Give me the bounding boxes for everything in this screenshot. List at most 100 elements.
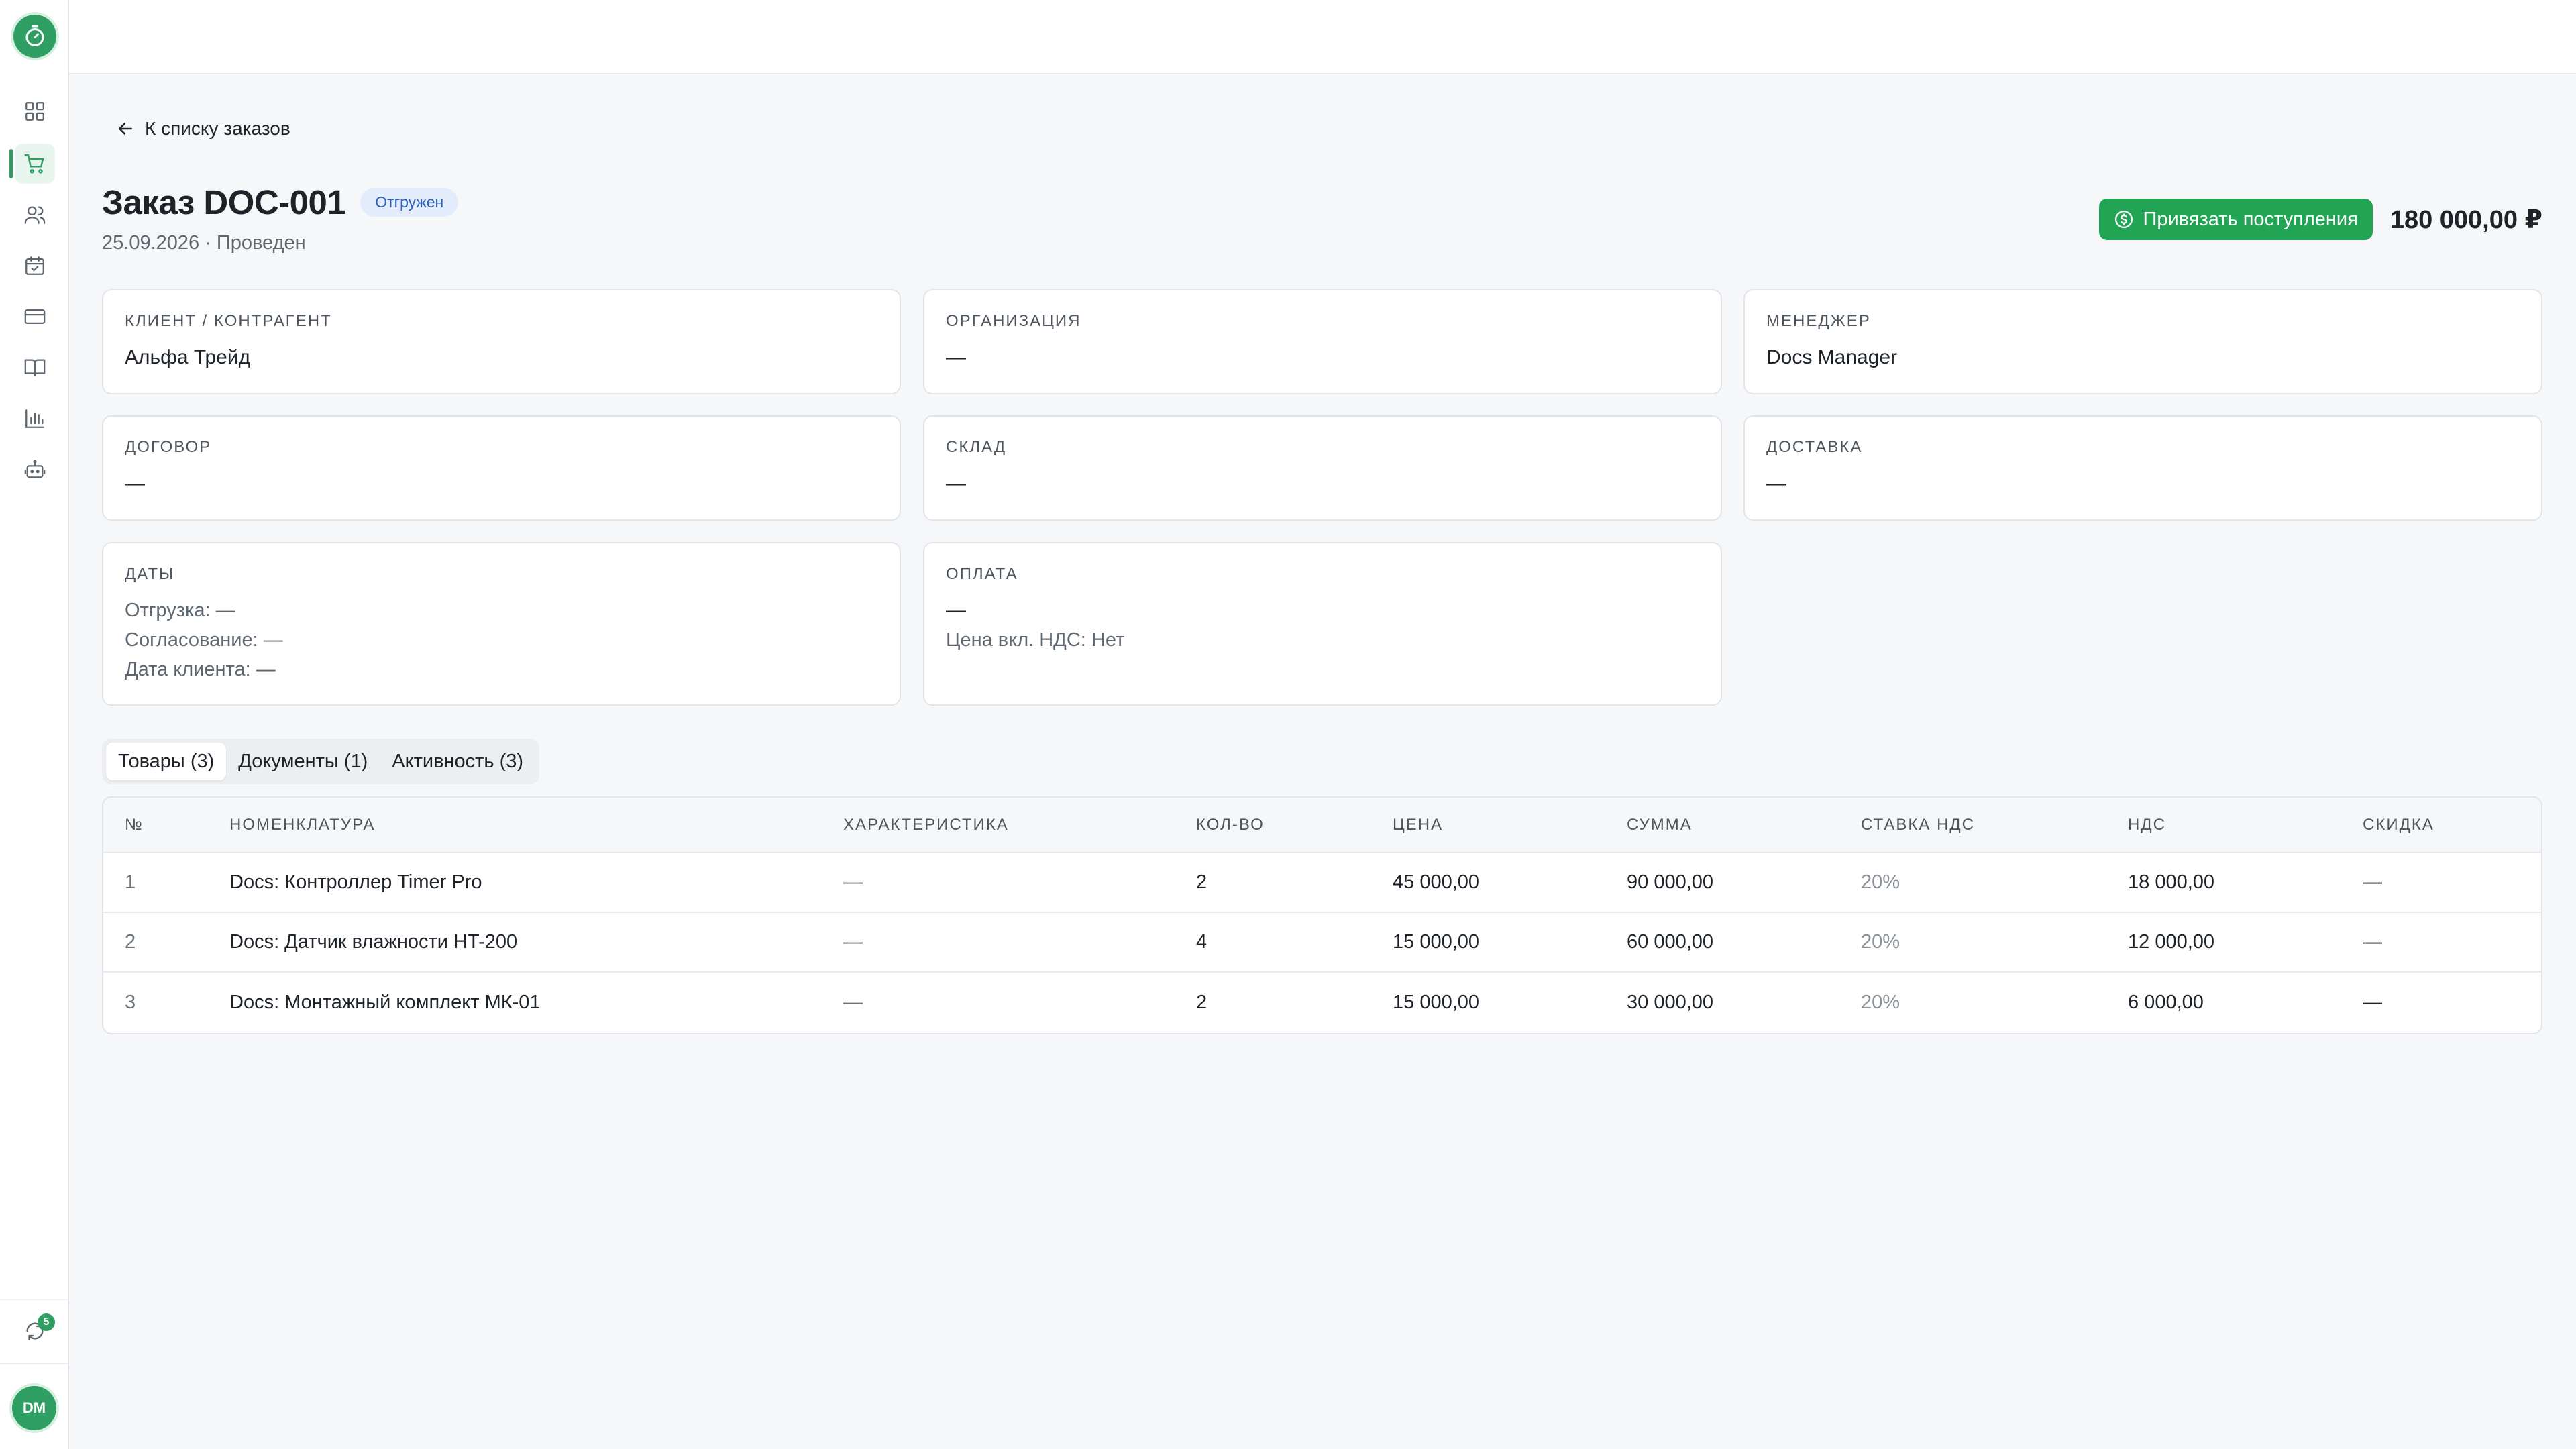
- column-header: СТАВКА НДС: [1861, 798, 2128, 853]
- tab-documents[interactable]: Документы (1): [226, 743, 380, 780]
- book-icon: [24, 359, 46, 376]
- card-payment: ОПЛАТА — Цена вкл. НДС: Нет: [923, 542, 1722, 706]
- card-delivery: ДОСТАВКА —: [1743, 415, 2542, 521]
- cell-qty: 4: [1196, 912, 1393, 972]
- table-row[interactable]: 1 Docs: Контроллер Timer Pro — 2 45 000,…: [103, 853, 2541, 912]
- order-total: 180 000,00 ₽: [2390, 205, 2542, 234]
- card-label: ДОГОВОР: [125, 438, 212, 456]
- arrow-left-icon: [119, 123, 132, 135]
- card-value: —: [946, 346, 966, 368]
- link-receipts-label: Привязать поступления: [2143, 208, 2358, 230]
- card-value: Docs Manager: [1766, 346, 1898, 368]
- sidebar-item-orders[interactable]: [15, 144, 55, 184]
- tab-activity[interactable]: Активность (3): [380, 743, 535, 780]
- card-label: ОРГАНИЗАЦИЯ: [946, 312, 1081, 330]
- card-label: СКЛАД: [946, 438, 1007, 456]
- table-row[interactable]: 3 Docs: Монтажный комплект МК-01 — 2 15 …: [103, 971, 2541, 1032]
- cell-sum: 60 000,00: [1627, 912, 1861, 972]
- table-header-row: № НОМЕНКЛАТУРА ХАРАКТЕРИСТИКА КОЛ-ВО ЦЕН…: [103, 798, 2541, 853]
- bar-chart-icon: [25, 409, 44, 428]
- cell-price: 45 000,00: [1393, 871, 1480, 893]
- cell-discount: —: [2363, 912, 2541, 972]
- card-value: —: [946, 599, 966, 621]
- sync-count-badge: 5: [38, 1313, 55, 1331]
- calendar-check-icon: [25, 256, 44, 275]
- cell-item: Docs: Контроллер Timer Pro: [229, 871, 482, 893]
- card-value: —: [946, 472, 966, 494]
- card-value: —: [125, 472, 145, 494]
- cell-discount: —: [2363, 971, 2541, 1032]
- cell-vat-rate: 20%: [1861, 871, 1900, 893]
- cell-qty: 2: [1196, 871, 1208, 893]
- cell-vat-rate: 20%: [1861, 971, 2128, 1032]
- card-value: Альфа Трейд: [125, 346, 251, 368]
- cell-item: Docs: Датчик влажности HT-200: [229, 912, 843, 972]
- sidebar-item-bot[interactable]: [15, 449, 55, 490]
- column-header: КОЛ-ВО: [1196, 798, 1393, 853]
- card-label: ОПЛАТА: [946, 565, 1018, 583]
- tab-products[interactable]: Товары (3): [106, 743, 227, 780]
- card-label: ДОСТАВКА: [1766, 438, 1863, 456]
- sidebar-divider: [0, 1363, 68, 1364]
- column-header: СКИДКА: [2363, 798, 2541, 853]
- card-label: МЕНЕДЖЕР: [1766, 312, 1871, 330]
- dollar-circle-icon: [2114, 211, 2133, 228]
- cart-icon: [24, 154, 44, 174]
- page-title: Заказ DOC-001: [102, 183, 346, 221]
- bot-icon: [24, 460, 46, 478]
- sidebar: 5 DM: [0, 0, 69, 1449]
- link-receipts-button[interactable]: Привязать поступления: [2098, 199, 2373, 240]
- date-shipment: Отгрузка: —: [125, 600, 235, 621]
- card-label: КЛИЕНТ / КОНТРАГЕНТ: [125, 312, 332, 330]
- topbar: [69, 0, 2576, 74]
- cell-characteristic: —: [843, 971, 1196, 1032]
- cell-item: Docs: Монтажный комплект МК-01: [229, 971, 843, 1032]
- card-icon: [24, 309, 46, 325]
- card-contract: ДОГОВОР —: [102, 415, 901, 521]
- cell-index: 1: [125, 871, 136, 893]
- title-row: Заказ DOC-001 Отгружен: [102, 182, 459, 222]
- products-table: № НОМЕНКЛАТУРА ХАРАКТЕРИСТИКА КОЛ-ВО ЦЕН…: [102, 796, 2542, 1034]
- card-value: —: [1766, 472, 1786, 494]
- timer-icon[interactable]: [13, 15, 56, 58]
- cell-vat: 18 000,00: [2128, 871, 2215, 893]
- sidebar-divider: [0, 1299, 68, 1300]
- card-dates: ДАТЫ Отгрузка: — Согласование: — Дата кл…: [102, 542, 901, 706]
- sidebar-item-dashboard[interactable]: [15, 91, 55, 131]
- back-to-orders-link[interactable]: К списку заказов: [115, 115, 290, 142]
- sidebar-item-payments[interactable]: [15, 297, 55, 337]
- order-subtitle: 25.09.2026 · Проведен: [102, 232, 306, 254]
- column-header: НДС: [2128, 798, 2363, 853]
- card-manager: МЕНЕДЖЕР Docs Manager: [1743, 289, 2542, 394]
- sidebar-item-catalog[interactable]: [15, 347, 55, 388]
- cell-sum: 90 000,00: [1627, 871, 1714, 893]
- header-actions: Привязать поступления 180 000,00 ₽: [2098, 199, 2542, 240]
- cell-qty: 2: [1196, 971, 1393, 1032]
- card-organization: ОРГАНИЗАЦИЯ —: [923, 289, 1722, 394]
- cell-price: 15 000,00: [1393, 912, 1627, 972]
- cell-index: 2: [103, 912, 229, 972]
- column-header: ЦЕНА: [1393, 798, 1627, 853]
- cell-discount: —: [2363, 871, 2382, 893]
- cell-vat-rate: 20%: [1861, 912, 2128, 972]
- cell-price: 15 000,00: [1393, 971, 1627, 1032]
- column-header: ХАРАКТЕРИСТИКА: [843, 798, 1196, 853]
- back-link-label: К списку заказов: [145, 118, 290, 139]
- users-icon: [24, 206, 46, 224]
- column-header: №: [103, 798, 229, 853]
- card-client: КЛИЕНТ / КОНТРАГЕНТ Альфа Трейд: [102, 289, 901, 394]
- cell-characteristic: —: [843, 871, 863, 893]
- cell-vat: 6 000,00: [2128, 971, 2363, 1032]
- cell-sum: 30 000,00: [1627, 971, 1861, 1032]
- cell-index: 3: [103, 971, 229, 1032]
- sidebar-item-contacts[interactable]: [15, 195, 55, 235]
- tabs: Товары (3) Документы (1) Активность (3): [102, 739, 540, 784]
- sidebar-item-calendar[interactable]: [15, 246, 55, 286]
- cell-characteristic: —: [843, 912, 1196, 972]
- table-row[interactable]: 2 Docs: Датчик влажности HT-200 — 4 15 0…: [103, 912, 2541, 972]
- sidebar-item-reports[interactable]: [15, 398, 55, 439]
- vat-included-line: Цена вкл. НДС: Нет: [946, 629, 1125, 651]
- avatar[interactable]: DM: [12, 1386, 56, 1430]
- card-warehouse: СКЛАД —: [923, 415, 1722, 521]
- column-header: СУММА: [1627, 798, 1861, 853]
